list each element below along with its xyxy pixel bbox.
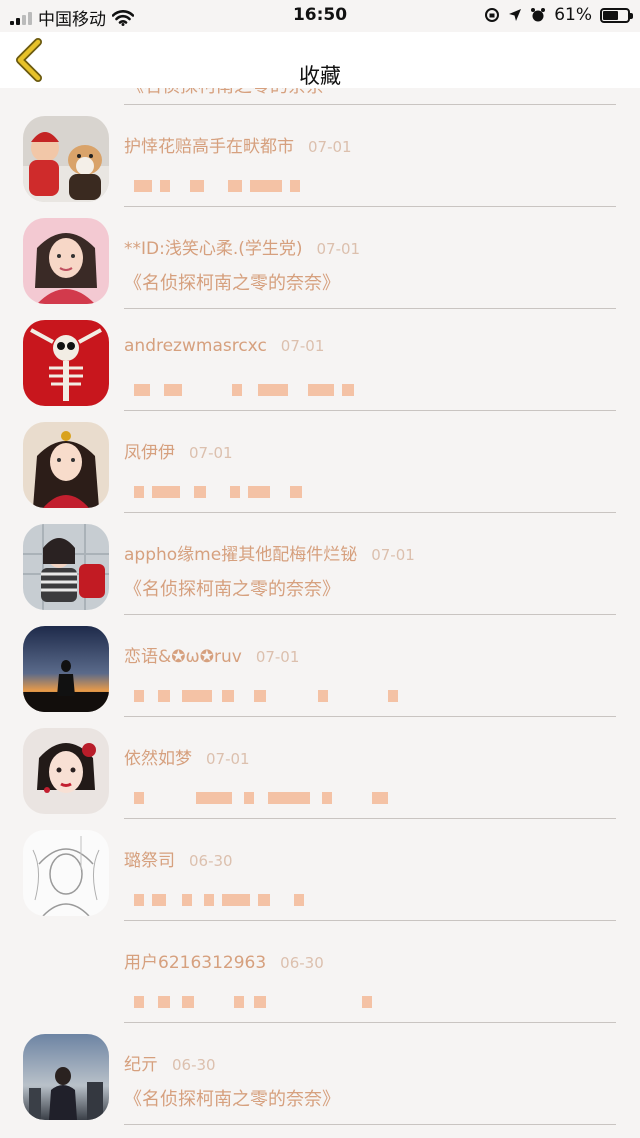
page-title: 收藏 xyxy=(299,64,341,88)
divider xyxy=(124,104,616,105)
divider xyxy=(124,206,616,207)
list-item-partial[interactable]: 《名侦探柯南之零的奈奈 xyxy=(0,88,640,108)
battery-icon xyxy=(600,7,633,23)
blurred-message xyxy=(134,486,310,500)
list-item[interactable]: 纪亓 06-30 《名侦探柯南之零的奈奈》 xyxy=(0,1024,640,1126)
user-name: 恋语&✪ω✪ruv xyxy=(124,647,242,667)
item-time: 07-01 xyxy=(308,138,352,156)
item-time: 06-30 xyxy=(280,954,324,972)
user-name-line: 用户6216312963 06-30 xyxy=(124,948,324,973)
message-preview: 《名侦探柯南之零的奈奈》 xyxy=(124,579,340,600)
user-name-line: 纪亓 06-30 xyxy=(124,1050,216,1075)
item-time: 06-30 xyxy=(189,852,233,870)
nav-bar: 收藏 xyxy=(0,32,640,88)
user-name-line: andrezwmasrcxc 07-01 xyxy=(124,336,324,356)
list-item[interactable]: **ID:浅笑心柔.(学生党) 07-01 《名侦探柯南之零的奈奈》 xyxy=(0,208,640,310)
user-name: 护悻花赔高手在畎都市 xyxy=(124,137,294,157)
message-preview: 《名侦探柯南之零的奈奈》 xyxy=(124,273,340,294)
item-time: 07-01 xyxy=(280,337,325,355)
blurred-message xyxy=(134,792,396,806)
user-name-line: 恋语&✪ω✪ruv 07-01 xyxy=(124,642,299,667)
blurred-message xyxy=(134,180,308,194)
divider xyxy=(124,410,616,411)
divider xyxy=(124,920,616,921)
user-name-line: appho缘me擢其他配梅件烂铋 07-01 xyxy=(124,540,415,565)
battery-percent: 61% xyxy=(554,5,592,25)
item-time: 07-01 xyxy=(189,444,233,462)
user-name-line: 护悻花赔高手在畎都市 07-01 xyxy=(124,132,352,157)
user-name-line: 璐祭司 06-30 xyxy=(124,846,233,871)
avatar[interactable] xyxy=(23,524,109,610)
divider xyxy=(124,818,616,819)
item-time: 07-01 xyxy=(316,240,361,258)
battery-fill xyxy=(603,10,618,20)
item-time: 07-01 xyxy=(255,648,300,666)
blurred-message xyxy=(134,894,312,908)
list-item[interactable]: 恋语&✪ω✪ruv 07-01 xyxy=(0,616,640,718)
list-item[interactable]: andrezwmasrcxc 07-01 xyxy=(0,310,640,412)
user-name: **ID:浅笑心柔.(学生党) xyxy=(124,239,303,259)
user-name: andrezwmasrcxc xyxy=(124,336,267,356)
user-name: 用户6216312963 xyxy=(124,953,267,973)
divider xyxy=(124,512,616,513)
avatar[interactable] xyxy=(23,626,109,712)
list-item[interactable]: 护悻花赔高手在畎都市 07-01 xyxy=(0,106,640,208)
status-right: 61% xyxy=(484,5,633,25)
blurred-message xyxy=(134,384,362,398)
user-name-line: 依然如梦 07-01 xyxy=(124,744,250,769)
user-name-line: 凤伊伊 07-01 xyxy=(124,438,233,463)
avatar[interactable] xyxy=(23,728,109,814)
message-preview: 《名侦探柯南之零的奈奈》 xyxy=(124,1089,340,1110)
list-item[interactable]: 用户6216312963 06-30 xyxy=(0,922,640,1024)
user-name: appho缘me擢其他配梅件烂铋 xyxy=(124,545,358,565)
avatar[interactable] xyxy=(23,218,109,304)
list-item[interactable]: 璐祭司 06-30 xyxy=(0,820,640,922)
user-name: 凤伊伊 xyxy=(124,443,175,463)
favorites-list: 《名侦探柯南之零的奈奈 护悻花赔高手在畎都市 07-01 xyxy=(0,88,640,1138)
user-name: 依然如梦 xyxy=(124,749,192,769)
user-name-line: **ID:浅笑心柔.(学生党) 07-01 xyxy=(124,234,360,259)
item-time: 07-01 xyxy=(206,750,250,768)
user-name: 纪亓 xyxy=(124,1055,158,1075)
alarm-icon xyxy=(531,8,546,22)
item-time: 07-01 xyxy=(371,546,415,564)
list-item[interactable]: 凤伊伊 07-01 xyxy=(0,412,640,514)
avatar[interactable] xyxy=(23,830,109,916)
status-bar: 中国移动 16:50 61% xyxy=(0,0,640,32)
item-time: 06-30 xyxy=(172,1056,216,1074)
list-item[interactable]: appho缘me擢其他配梅件烂铋 07-01 《名侦探柯南之零的奈奈》 xyxy=(0,514,640,616)
blurred-message xyxy=(134,690,406,704)
avatar[interactable] xyxy=(23,320,109,406)
divider xyxy=(124,614,616,615)
location-arrow-icon xyxy=(509,9,522,21)
avatar[interactable] xyxy=(23,1034,109,1120)
divider xyxy=(124,1022,616,1023)
divider xyxy=(124,308,616,309)
avatar[interactable] xyxy=(23,422,109,508)
avatar[interactable] xyxy=(23,116,109,202)
user-name: 璐祭司 xyxy=(124,851,175,871)
list-item[interactable]: 依然如梦 07-01 xyxy=(0,718,640,820)
blurred-message xyxy=(134,996,380,1010)
divider xyxy=(124,1124,616,1125)
orientation-lock-icon xyxy=(485,8,500,22)
divider xyxy=(124,716,616,717)
